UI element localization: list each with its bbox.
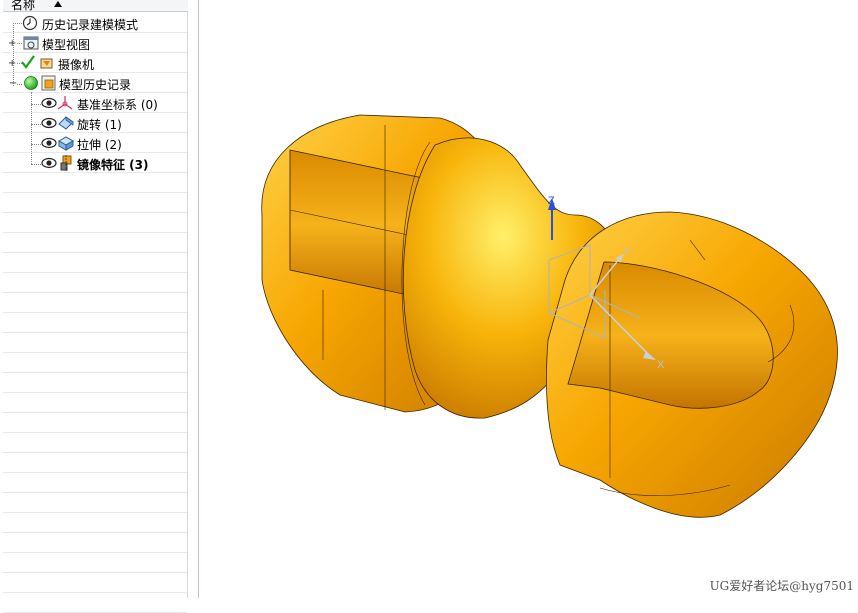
tree-item-extrude[interactable]: 拉伸 (2) <box>3 133 187 153</box>
tree-item-label: 模型视图 <box>42 38 91 52</box>
extrude-icon <box>57 136 75 151</box>
column-header-label: 名称 <box>11 0 36 12</box>
tree-row-empty <box>3 473 187 493</box>
tree-row-empty <box>3 353 187 373</box>
eye-icon[interactable] <box>41 117 57 129</box>
tree-row-empty <box>3 493 187 513</box>
x-axis-label: X <box>657 359 665 371</box>
watermark: UG爱好者论坛@hyg7501 <box>709 579 854 593</box>
eye-icon[interactable] <box>41 157 57 169</box>
expand-icon[interactable]: + <box>8 39 16 49</box>
tree-row-empty <box>3 513 187 533</box>
tree-item-label: 旋转 (1) <box>77 118 122 132</box>
expand-icon[interactable]: + <box>8 59 16 69</box>
tree-row-empty <box>3 233 187 253</box>
tree-item-label: 模型历史记录 <box>59 78 132 92</box>
model-views-icon <box>23 36 39 50</box>
y-axis-label: Y <box>623 246 631 258</box>
tree-item-mirror-feature[interactable]: 镜像特征 (3) <box>3 153 187 173</box>
tree-row-empty <box>3 593 187 613</box>
tree-row-empty <box>3 273 187 293</box>
collapse-icon[interactable]: − <box>9 79 17 89</box>
sort-ascending-icon[interactable] <box>53 0 63 8</box>
eye-icon[interactable] <box>41 137 57 149</box>
camera-icon <box>40 58 53 69</box>
checkmark-icon[interactable] <box>20 54 36 70</box>
tree-row-empty <box>3 173 187 193</box>
tree-row-empty <box>3 433 187 453</box>
column-header[interactable]: 名称 <box>3 0 188 12</box>
tree-item-revolve[interactable]: 旋转 (1) <box>3 113 187 133</box>
tree-row-empty <box>3 533 187 553</box>
tree-item-datum-csys[interactable]: 基准坐标系 (0) <box>3 93 187 113</box>
tree-row-empty <box>3 393 187 413</box>
tree-item-label: 拉伸 (2) <box>77 138 122 152</box>
tree-row-empty <box>3 313 187 333</box>
eye-icon[interactable] <box>41 97 57 109</box>
tree-item-history-mode[interactable]: 历史记录建模模式 <box>3 13 187 33</box>
tree-item-label: 镜像特征 (3) <box>77 158 149 172</box>
tree-item-label: 摄像机 <box>58 58 95 72</box>
clock-icon <box>22 15 38 31</box>
tree-item-cameras[interactable]: + 摄像机 <box>3 53 187 73</box>
datum-csys-icon <box>57 96 73 110</box>
tree-row-empty <box>3 573 187 593</box>
part-navigator: 名称 历史记录建模模式 + 模型视图 + 摄像机 − 模型历史记录 基准坐标系 … <box>0 0 199 613</box>
tree-item-model-history[interactable]: − 模型历史记录 <box>3 73 187 93</box>
tree-item-label: 基准坐标系 (0) <box>77 98 158 112</box>
tree-item-label: 历史记录建模模式 <box>42 18 139 32</box>
tree-item-model-views[interactable]: + 模型视图 <box>3 33 187 53</box>
3d-model[interactable]: Z Y X <box>200 0 858 598</box>
tree-row-empty <box>3 213 187 233</box>
tree-row-empty <box>3 253 187 273</box>
tree-row-empty <box>3 193 187 213</box>
tree-row-empty <box>3 553 187 573</box>
z-axis-label: Z <box>548 195 555 207</box>
tree-row-empty <box>3 373 187 393</box>
tree-row-empty <box>3 333 187 353</box>
tree-row-empty <box>3 293 187 313</box>
tree-row-empty <box>3 413 187 433</box>
tree-row-empty <box>3 453 187 473</box>
status-green-icon <box>24 76 38 90</box>
model-history-icon <box>41 75 56 91</box>
mirror-feature-icon <box>60 155 72 171</box>
revolve-icon <box>58 116 74 130</box>
graphics-viewport[interactable]: Z Y X <box>200 0 858 598</box>
